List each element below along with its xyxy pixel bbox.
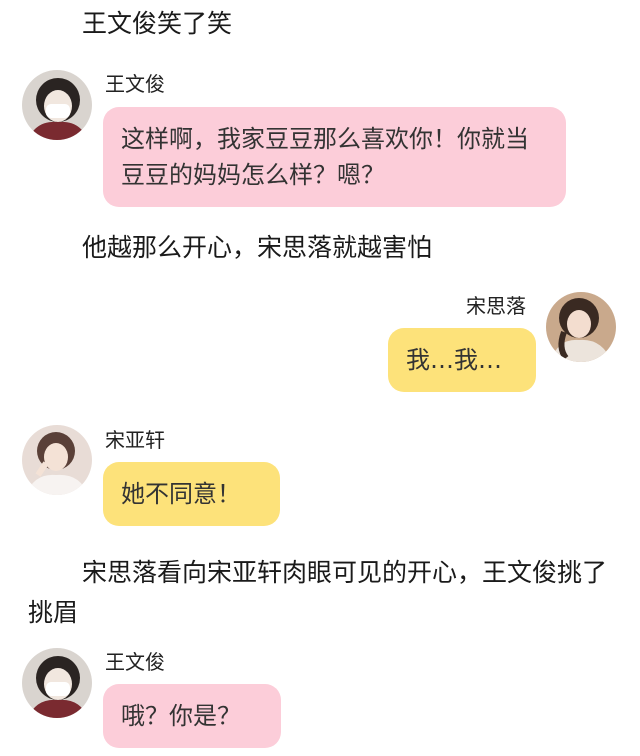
sender-name: 宋亚轩 <box>105 428 165 452</box>
narration-text: 宋思落看向宋亚轩肉眼可见的开心，王文俊挑了挑眉 <box>28 558 608 627</box>
song-siluo-avatar[interactable] <box>546 292 616 362</box>
sender-name: 王文俊 <box>105 650 165 674</box>
narration-text: 他越那么开心，宋思落就越害怕 <box>82 233 433 262</box>
sender-name: 宋思落 <box>466 294 526 318</box>
narration-text: 王文俊笑了笑 <box>82 9 233 38</box>
chat-bubble[interactable]: 她不同意！ <box>103 462 280 526</box>
wang-wenjun-avatar[interactable] <box>22 70 92 140</box>
chat-bubble[interactable]: 我…我… <box>388 328 536 392</box>
song-yaxuan-avatar[interactable] <box>22 425 92 495</box>
sender-name: 王文俊 <box>105 72 165 96</box>
chat-bubble[interactable]: 这样啊，我家豆豆那么喜欢你！你就当豆豆的妈妈怎么样？嗯？ <box>103 107 566 207</box>
wang-wenjun-avatar[interactable] <box>22 648 92 718</box>
chat-bubble[interactable]: 哦？你是？ <box>103 684 281 748</box>
